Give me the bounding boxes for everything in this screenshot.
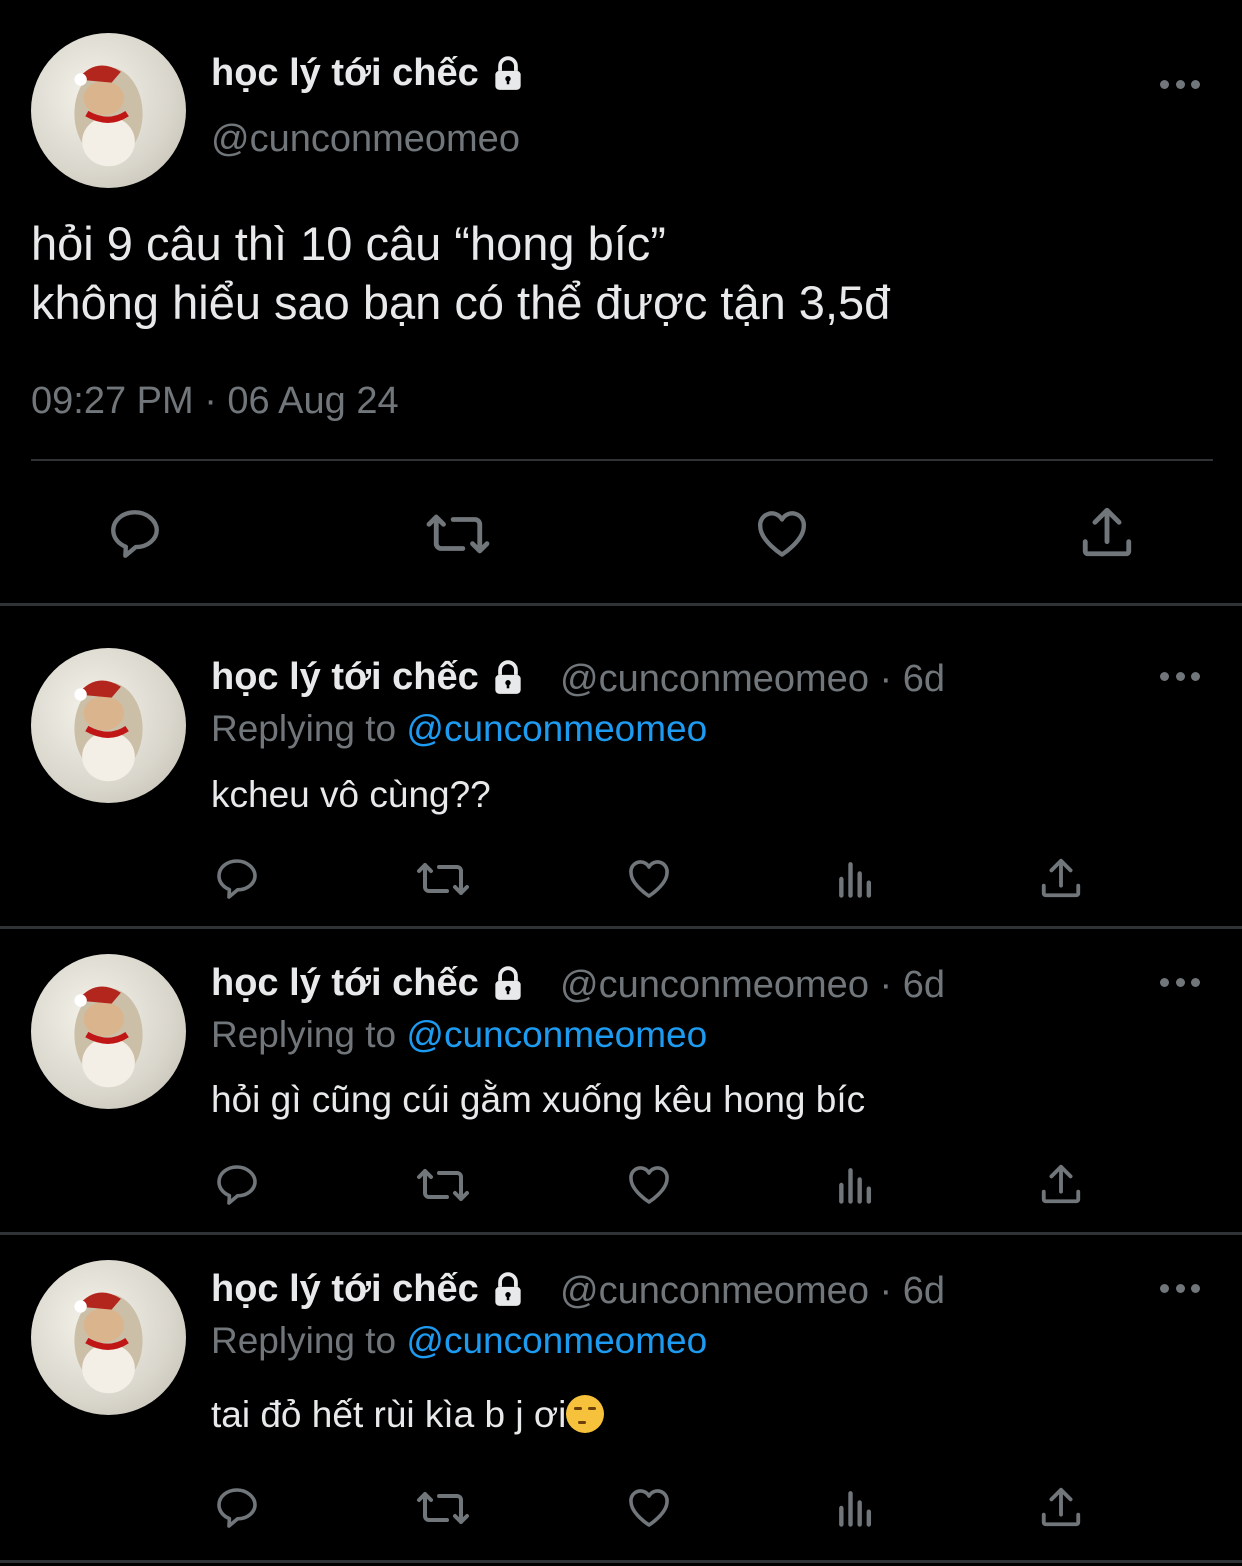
upload-arrow-icon [1041, 1164, 1081, 1204]
replying-to: Replying to @cunconmeomeo [211, 1014, 707, 1056]
like-button[interactable] [624, 1161, 674, 1209]
speech-bubble-icon [111, 510, 159, 558]
bar-chart-icon [839, 1168, 872, 1204]
display-name[interactable]: học lý tới chếc [211, 1268, 527, 1311]
three-dots-icon [1160, 671, 1169, 681]
three-dots-icon [1160, 79, 1169, 89]
mention-link[interactable]: @cunconmeomeo [406, 1320, 707, 1361]
replying-to-label: Replying to [211, 708, 407, 749]
like-button[interactable] [752, 505, 812, 563]
display-name-text[interactable]: học lý tới chếc [211, 1268, 479, 1311]
share-button[interactable] [1038, 1484, 1084, 1530]
lock-icon [489, 965, 527, 1003]
mention-link[interactable]: @cunconmeomeo [406, 708, 707, 749]
share-button[interactable] [1038, 855, 1084, 901]
retweet-arrows-icon [417, 863, 469, 895]
views-button[interactable] [834, 857, 878, 901]
smirking-face-emoji [566, 1395, 605, 1433]
retweet-arrows-icon [417, 1492, 469, 1524]
views-button[interactable] [834, 1486, 878, 1530]
handle-and-time[interactable]: @cunconmeomeo · 6d [560, 964, 945, 1007]
share-button[interactable] [1038, 1161, 1084, 1207]
heart-icon [629, 860, 669, 898]
more-options-button[interactable] [1160, 74, 1200, 94]
reply-button[interactable] [213, 1161, 261, 1209]
display-name[interactable]: học lý tới chếc [211, 52, 527, 95]
user-handle[interactable]: @cunconmeomeo [211, 118, 520, 161]
reply-text: hỏi gì cũng cúi gằm xuống kêu hong bíc [211, 1079, 866, 1120]
more-options-button[interactable] [1160, 1278, 1200, 1298]
avatar[interactable] [31, 1260, 186, 1415]
speech-bubble-icon [217, 1488, 257, 1528]
divider [0, 1232, 1242, 1235]
retweet-button[interactable] [414, 1161, 472, 1209]
like-button[interactable] [624, 855, 674, 903]
retweet-button[interactable] [414, 855, 472, 903]
heart-icon [758, 511, 806, 557]
replying-to: Replying to @cunconmeomeo [211, 708, 707, 750]
handle-and-time[interactable]: @cunconmeomeo · 6d [560, 1270, 945, 1313]
retweet-arrows-icon [426, 514, 490, 554]
display-name[interactable]: học lý tới chếc [211, 656, 527, 699]
lock-icon [489, 659, 527, 697]
avatar[interactable] [31, 33, 186, 188]
avatar[interactable] [31, 954, 186, 1109]
heart-icon [629, 1489, 669, 1527]
tweet-text: hỏi 9 câu thì 10 câu “hong bíc” không hi… [31, 217, 891, 329]
more-options-button[interactable] [1160, 972, 1200, 992]
replying-to-label: Replying to [211, 1014, 407, 1055]
reply-button[interactable] [213, 1484, 261, 1532]
retweet-button[interactable] [414, 1484, 472, 1532]
retweet-arrows-icon [417, 1169, 469, 1201]
handle-and-time[interactable]: @cunconmeomeo · 6d [560, 658, 945, 701]
retweet-button[interactable] [424, 505, 492, 563]
replying-to-label: Replying to [211, 1320, 407, 1361]
divider [0, 926, 1242, 929]
upload-arrow-icon [1082, 507, 1132, 557]
reply-button[interactable] [213, 855, 261, 903]
reply-text: tai đỏ hết rùi kìa b j ơi [211, 1394, 605, 1436]
bar-chart-icon [839, 1491, 872, 1527]
three-dots-icon [1160, 977, 1169, 987]
divider [0, 1560, 1242, 1563]
lock-icon [489, 1271, 527, 1309]
speech-bubble-icon [217, 1165, 257, 1205]
display-name-text[interactable]: học lý tới chếc [211, 962, 479, 1005]
divider [31, 459, 1213, 461]
views-button[interactable] [834, 1163, 878, 1207]
three-dots-icon [1160, 1283, 1169, 1293]
display-name-text[interactable]: học lý tới chếc [211, 656, 479, 699]
bar-chart-icon [839, 862, 872, 898]
reply-text: kcheu vô cùng?? [211, 774, 491, 815]
display-name-text[interactable]: học lý tới chếc [211, 52, 479, 95]
speech-bubble-icon [217, 859, 257, 899]
avatar[interactable] [31, 648, 186, 803]
reply-button[interactable] [106, 505, 164, 563]
heart-icon [629, 1166, 669, 1204]
upload-arrow-icon [1041, 1487, 1081, 1527]
mention-link[interactable]: @cunconmeomeo [406, 1014, 707, 1055]
share-button[interactable] [1078, 503, 1136, 561]
like-button[interactable] [624, 1484, 674, 1532]
tweet-timestamp[interactable]: 09:27 PM · 06 Aug 24 [31, 380, 399, 423]
replying-to: Replying to @cunconmeomeo [211, 1320, 707, 1362]
reply-text-content: tai đỏ hết rùi kìa b j ơi [211, 1394, 567, 1435]
divider [0, 603, 1242, 606]
upload-arrow-icon [1041, 858, 1081, 898]
lock-icon [489, 55, 527, 93]
more-options-button[interactable] [1160, 666, 1200, 686]
display-name[interactable]: học lý tới chếc [211, 962, 527, 1005]
